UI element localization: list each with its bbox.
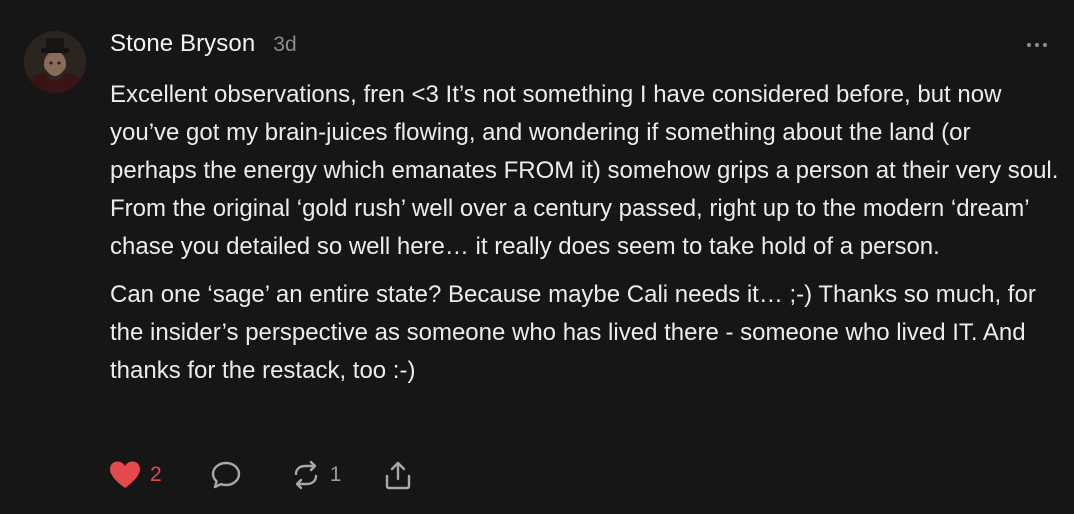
comment-bubble-icon <box>211 461 240 489</box>
avatar-image <box>24 31 86 93</box>
comment-actions: 2 1 <box>108 456 413 494</box>
restack-icon <box>294 460 317 490</box>
restack-count: 1 <box>329 463 342 486</box>
more-options-button[interactable] <box>1026 38 1048 50</box>
share-button[interactable] <box>383 459 413 491</box>
avatar[interactable] <box>24 31 86 93</box>
comment-paragraph: Excellent observations, fren <3 It’s not… <box>110 81 1059 260</box>
like-count: 2 <box>150 463 162 486</box>
timestamp[interactable]: 3d <box>273 33 296 57</box>
comment-body: Excellent observations, fren <3 It’s not… <box>110 76 1060 390</box>
restack-button[interactable]: 1 <box>290 459 342 491</box>
share-icon <box>386 461 411 490</box>
heart-icon <box>110 461 140 488</box>
comment-paragraph: Can one ‘sage’ an entire state? Because … <box>110 281 1036 384</box>
more-horizontal-icon <box>1027 43 1047 47</box>
comment-header: Stone Bryson 3d <box>110 30 297 66</box>
comment-button[interactable] <box>210 459 242 491</box>
like-button[interactable]: 2 <box>108 460 162 490</box>
author-name[interactable]: Stone Bryson <box>110 30 255 58</box>
